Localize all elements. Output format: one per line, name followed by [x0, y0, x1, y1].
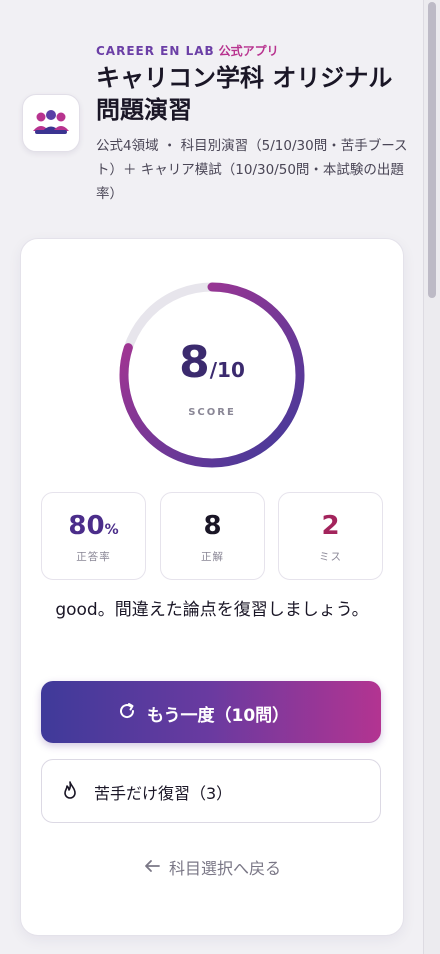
- score-ring: 8/10 SCORE: [112, 275, 312, 475]
- stat-correct-value: 8: [203, 511, 222, 541]
- score-label: SCORE: [188, 407, 236, 418]
- stat-miss-label: ミス: [319, 551, 342, 563]
- retry-button[interactable]: もう一度（10問）: [41, 681, 381, 743]
- refresh-icon: [120, 703, 135, 719]
- stat-correct-rate-label: 正答率: [76, 551, 111, 563]
- score-value: 8/10: [112, 337, 312, 388]
- back-link[interactable]: 科目選択へ戻る: [21, 855, 403, 879]
- flame-icon: [64, 781, 76, 799]
- stat-unit: %: [104, 522, 119, 538]
- back-link-content[interactable]: 科目選択へ戻る: [143, 855, 281, 879]
- stats-row: 80% 正答率 8 正解 2 ミス: [41, 492, 383, 580]
- stat-value: 80: [68, 511, 105, 541]
- stat-correct-rate-value: 80%: [42, 511, 145, 541]
- stat-correct-label: 正解: [201, 551, 224, 563]
- stat-miss: 2 ミス: [278, 492, 383, 580]
- page-title: キャリコン学科 オリジナル問題演習: [96, 64, 393, 124]
- scrollbar[interactable]: [423, 0, 440, 954]
- app-header: CAREER EN LAB 公式アプリ キャリコン学科 オリジナル問題演習 公式4…: [0, 36, 424, 216]
- score-total: /10: [209, 358, 245, 382]
- page: CAREER EN LAB 公式アプリ キャリコン学科 オリジナル問題演習 公式4…: [0, 0, 424, 954]
- review-weak-button[interactable]: 苦手だけ復習（3）: [41, 759, 381, 823]
- scrollbar-thumb[interactable]: [428, 2, 436, 298]
- brand-name: CAREER EN LAB: [96, 44, 215, 58]
- people-logo-icon: [33, 110, 69, 134]
- brand-sub: 公式アプリ: [218, 44, 279, 58]
- retry-button-label: もう一度（10問）: [147, 706, 290, 726]
- stat-correct: 8 正解: [160, 492, 265, 580]
- app-logo: [22, 94, 80, 152]
- review-weak-button-label: 苦手だけ復習（3）: [94, 784, 233, 803]
- stat-correct-rate: 80% 正答率: [41, 492, 146, 580]
- score-number: 8: [179, 337, 210, 388]
- page-subtitle: 公式4領域 ・ 科目別演習（5/10/30問・苦手ブースト）＋ キャリア模試（1…: [96, 138, 408, 202]
- result-card: 8/10 SCORE 80% 正答率 8 正解 2 ミス good。間違えた論点…: [20, 238, 404, 936]
- back-link-label: 科目選択へ戻る: [168, 859, 281, 878]
- result-message: good。間違えた論点を復習しましょう。: [55, 600, 369, 620]
- arrow-left-icon: [145, 860, 160, 872]
- stat-miss-value: 2: [321, 511, 340, 541]
- brand-label: CAREER EN LAB 公式アプリ: [96, 42, 279, 59]
